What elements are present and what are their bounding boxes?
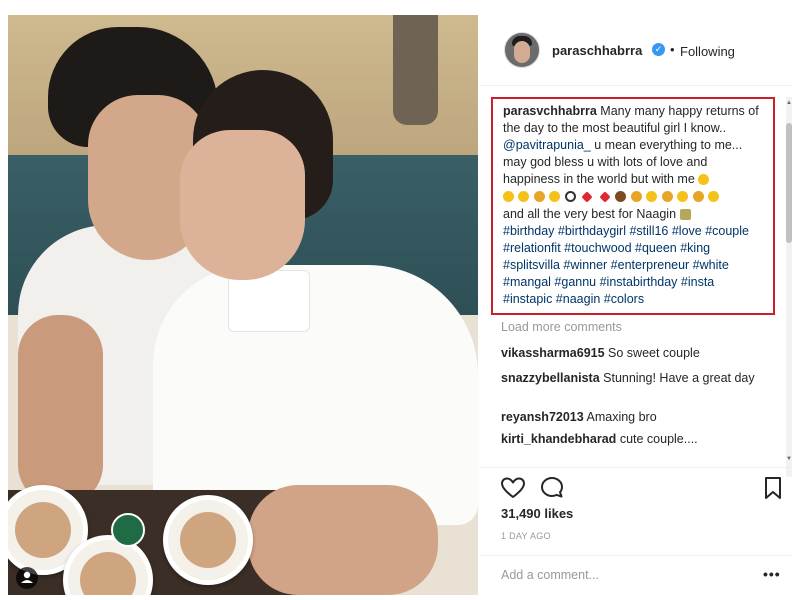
caption-username[interactable]: parasvchhabrra	[503, 104, 597, 118]
emoji-icon	[533, 191, 545, 203]
caption-emoji-row	[503, 188, 765, 206]
comment-input[interactable]	[501, 568, 741, 582]
more-options-button[interactable]: •••	[763, 566, 781, 582]
emoji-icon	[646, 191, 658, 203]
comment-username[interactable]: vikassharma6915	[501, 346, 605, 360]
photo-tree-trunk	[393, 15, 438, 125]
emoji-icon	[599, 191, 611, 203]
follow-button[interactable]: Following	[680, 44, 735, 59]
avatar[interactable]	[504, 32, 540, 68]
emoji-icon	[698, 174, 710, 186]
header-separator: •	[670, 42, 675, 57]
comment-item: reyansh72013 Amaxing bro	[501, 409, 761, 426]
emoji-icon	[503, 191, 514, 203]
comment-icon[interactable]	[539, 475, 565, 501]
verified-badge-icon: ✓	[652, 43, 665, 56]
comment-item: kirti_khandebharad cute couple....	[501, 431, 761, 448]
header-username[interactable]: paraschhabrra	[552, 43, 642, 58]
comment-item: vikassharma6915 So sweet couple	[501, 345, 761, 362]
heart-icon[interactable]	[500, 475, 526, 501]
caption-text: and all the very best for Naagin	[503, 207, 677, 221]
emoji-icon	[581, 191, 594, 203]
comment-username[interactable]: kirti_khandebharad	[501, 432, 616, 446]
photo-hands	[248, 485, 438, 595]
user-tag-icon[interactable]	[16, 567, 38, 589]
comment-text: So sweet couple	[608, 346, 700, 360]
emoji-icon	[661, 191, 673, 203]
comment-text: Stunning! Have a great day	[603, 371, 755, 385]
post-date: 1 DAY AGO	[501, 531, 551, 541]
caption-mention[interactable]: @pavitrapunia_	[503, 138, 591, 152]
emoji-icon	[679, 209, 691, 221]
comment-username[interactable]: reyansh72013	[501, 410, 584, 424]
scroll-down-arrow-icon[interactable]: ▼	[786, 455, 792, 463]
photo-cup-logo	[111, 513, 145, 547]
like-count[interactable]: 31,490 likes	[501, 506, 573, 521]
comment-text: Amaxing bro	[586, 410, 657, 424]
load-more-comments-link[interactable]: Load more comments	[501, 320, 622, 334]
photo-man-arm	[18, 315, 103, 505]
comment-item: snazzybellanista Stunning! Have a great …	[501, 370, 761, 387]
bookmark-icon[interactable]	[760, 475, 786, 501]
avatar-face	[514, 41, 530, 63]
emoji-icon	[549, 191, 561, 203]
photo-coffee-cup	[163, 495, 253, 585]
emoji-icon	[518, 191, 530, 203]
comments-scrollbar-thumb[interactable]	[786, 123, 792, 243]
scroll-up-arrow-icon[interactable]: ▲	[786, 99, 792, 107]
emoji-icon	[630, 191, 642, 203]
emoji-icon	[564, 191, 576, 203]
add-comment-bar: •••	[480, 555, 792, 596]
caption-hashtags[interactable]: #birthday #birthdaygirl #still16 #love #…	[503, 223, 765, 308]
emoji-icon	[692, 191, 704, 203]
photo-woman-face	[180, 130, 305, 280]
emoji-icon	[615, 191, 627, 203]
comment-username[interactable]: snazzybellanista	[501, 371, 600, 385]
post-header: paraschhabrra ✓ • Following	[480, 15, 792, 86]
emoji-icon	[708, 191, 720, 203]
comment-text: cute couple....	[619, 432, 698, 446]
caption-highlight-box: parasvchhabrra Many many happy returns o…	[491, 97, 775, 315]
post-photo[interactable]	[8, 15, 478, 595]
emoji-icon	[677, 191, 689, 203]
post-sidebar: paraschhabrra ✓ • Following parasvchhabr…	[480, 15, 792, 595]
